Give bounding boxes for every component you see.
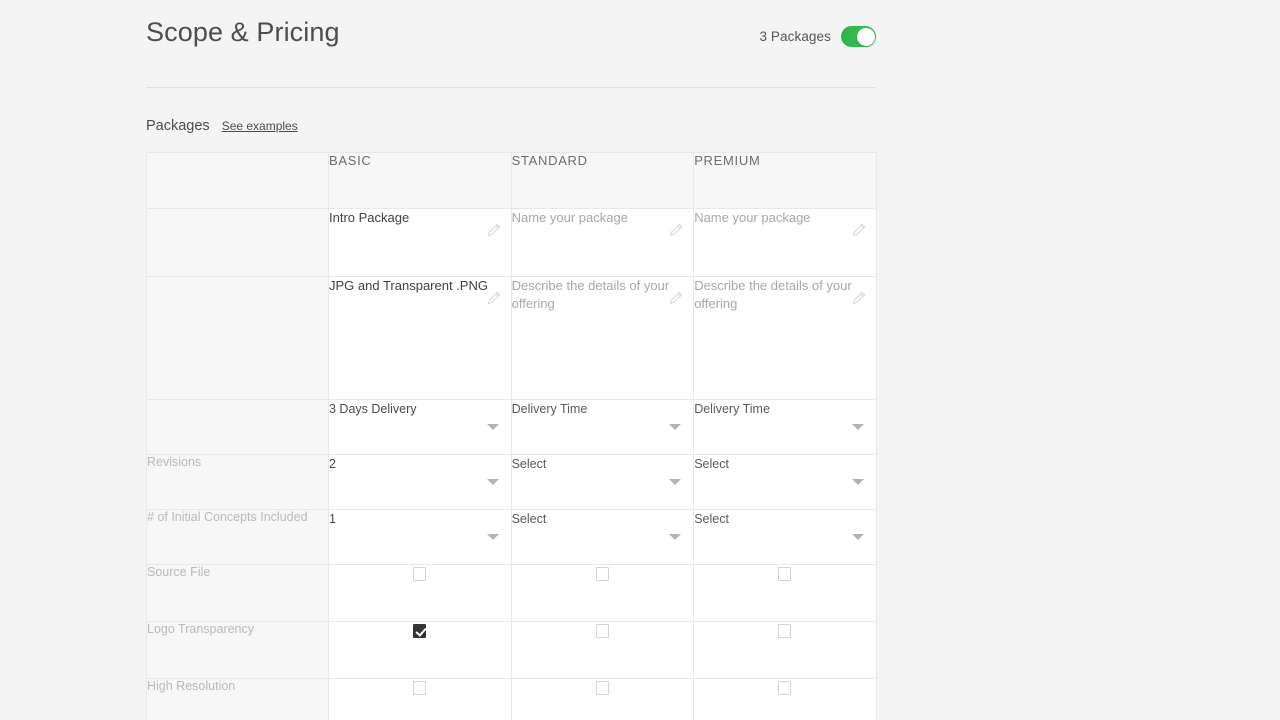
table-row: Intro Package Name your package Name your …	[146, 208, 877, 277]
table-row: # of Initial Concepts Included 1 Select Sel…	[146, 509, 877, 565]
packages-toggle-switch[interactable]	[841, 26, 876, 47]
table-header-row: BASIC STANDARD PREMIUM	[146, 152, 877, 209]
package-count-label: 3 Packages	[759, 29, 831, 44]
checkbox-unchecked-icon[interactable]	[413, 680, 427, 695]
checkbox-unchecked-icon[interactable]	[778, 566, 792, 581]
row-label-of-initial-concepts-included: # of Initial Concepts Included	[146, 509, 329, 565]
table-row: Logo Transparency	[146, 621, 877, 679]
dropdown-premium[interactable]: Select	[693, 509, 877, 565]
package-field-standard[interactable]: Name your package	[510, 208, 695, 277]
checkbox-unchecked-icon[interactable]	[595, 566, 609, 581]
table-row: Source File	[146, 564, 877, 622]
checkbox-unchecked-icon[interactable]	[413, 566, 427, 581]
field-text: Name your package	[694, 210, 811, 225]
field-text: Intro Package	[329, 210, 410, 225]
table-row: Revisions 2 Select Select	[146, 454, 877, 510]
chevron-down-icon	[669, 534, 682, 540]
field-text: Name your package	[511, 210, 628, 225]
package-field-basic[interactable]: JPG and Transparent .PNG	[328, 276, 512, 400]
dropdown-basic[interactable]: 3 Days Delivery	[328, 399, 512, 455]
checkbox-cell-basic[interactable]	[328, 564, 512, 622]
field-text: Describe the details of your offering	[511, 278, 670, 311]
checkbox-unchecked-icon[interactable]	[595, 623, 609, 638]
row-label-source-file: Source File	[146, 564, 329, 622]
column-header-standard: STANDARD	[510, 152, 695, 209]
checkbox-cell-standard[interactable]	[510, 621, 695, 679]
checkbox-cell-standard[interactable]	[510, 564, 695, 622]
row-label-blank	[146, 399, 329, 455]
table-row: JPG and Transparent .PNG Describe the det…	[146, 276, 877, 400]
dropdown-basic[interactable]: 2	[328, 454, 512, 510]
dropdown-value: Select	[511, 512, 547, 526]
checkbox-cell-premium[interactable]	[693, 564, 877, 622]
checkbox-cell-standard[interactable]	[510, 678, 695, 720]
packages-table-body: Intro Package Name your package Name your …	[146, 208, 877, 720]
packages-label: Packages	[146, 118, 210, 134]
checkbox-cell-basic[interactable]	[328, 678, 512, 720]
row-label-revisions: Revisions	[146, 454, 329, 510]
chevron-down-icon	[486, 534, 499, 540]
packages-toggle-group: 3 Packages	[759, 26, 876, 47]
table-row: High Resolution	[146, 678, 877, 720]
see-examples-link[interactable]: See examples	[222, 119, 298, 133]
table-row: 3 Days Delivery Delivery Time Delivery Tim…	[146, 399, 877, 455]
checkbox-unchecked-icon[interactable]	[595, 680, 609, 695]
column-header-premium: PREMIUM	[693, 152, 877, 209]
checkbox-unchecked-icon[interactable]	[778, 623, 792, 638]
chevron-down-icon	[669, 479, 682, 485]
dropdown-value: Delivery Time	[694, 402, 770, 416]
dropdown-premium[interactable]: Delivery Time	[693, 399, 877, 455]
packages-section-header: Packages See examples	[146, 118, 876, 140]
dropdown-standard[interactable]: Delivery Time	[510, 399, 695, 455]
dropdown-standard[interactable]: Select	[510, 454, 695, 510]
checkbox-cell-premium[interactable]	[693, 621, 877, 679]
chevron-down-icon	[669, 424, 682, 430]
toggle-knob	[856, 27, 875, 46]
row-label-blank	[146, 208, 329, 277]
row-label-high-resolution: High Resolution	[146, 678, 329, 720]
dropdown-value: 2	[329, 457, 336, 471]
field-text: Describe the details of your offering	[694, 278, 852, 311]
field-text: JPG and Transparent .PNG	[329, 278, 488, 293]
chevron-down-icon	[486, 479, 499, 485]
dropdown-basic[interactable]: 1	[328, 509, 512, 565]
package-field-premium[interactable]: Name your package	[693, 208, 877, 277]
dropdown-value: Select	[694, 457, 729, 471]
dropdown-value: Select	[511, 457, 547, 471]
pencil-icon[interactable]	[852, 291, 866, 305]
packages-table: BASIC STANDARD PREMIUM Intro Package Name…	[146, 152, 877, 720]
dropdown-value: Delivery Time	[511, 402, 588, 416]
chevron-down-icon	[486, 424, 499, 430]
dropdown-value: Select	[694, 512, 729, 526]
checkbox-cell-premium[interactable]	[693, 678, 877, 720]
page-title: Scope & Pricing	[146, 17, 340, 47]
chevron-down-icon	[851, 424, 864, 430]
checkbox-unchecked-icon[interactable]	[778, 680, 792, 695]
dropdown-premium[interactable]: Select	[693, 454, 877, 510]
dropdown-value: 3 Days Delivery	[329, 402, 417, 416]
pencil-icon[interactable]	[852, 223, 866, 237]
package-field-premium[interactable]: Describe the details of your offering	[693, 276, 877, 400]
row-label-blank	[146, 276, 329, 400]
dropdown-standard[interactable]: Select	[510, 509, 695, 565]
pencil-icon[interactable]	[487, 291, 501, 305]
pencil-icon[interactable]	[487, 223, 501, 237]
pencil-icon[interactable]	[669, 291, 683, 305]
chevron-down-icon	[851, 479, 864, 485]
checkbox-cell-basic[interactable]	[328, 621, 512, 679]
dropdown-value: 1	[329, 512, 336, 526]
package-field-basic[interactable]: Intro Package	[328, 208, 512, 277]
pencil-icon[interactable]	[669, 223, 683, 237]
row-label-logo-transparency: Logo Transparency	[146, 621, 329, 679]
column-header-basic: BASIC	[328, 152, 512, 209]
content-container: Scope & Pricing 3 Packages Packages See …	[146, 0, 877, 720]
page-root: Scope & Pricing 3 Packages Packages See …	[0, 0, 1280, 720]
header-blank-cell	[146, 152, 329, 209]
package-field-standard[interactable]: Describe the details of your offering	[510, 276, 695, 400]
page-header: Scope & Pricing 3 Packages	[146, 0, 876, 88]
checkbox-checked-icon[interactable]	[413, 623, 427, 638]
chevron-down-icon	[851, 534, 864, 540]
